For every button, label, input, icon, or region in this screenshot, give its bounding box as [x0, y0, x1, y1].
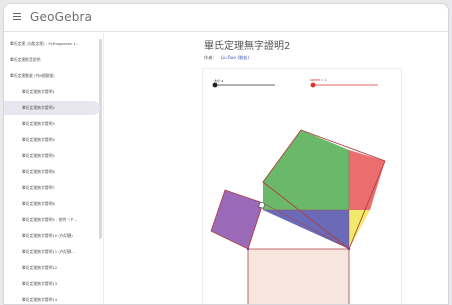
hypotenuse-square	[247, 248, 350, 304]
slider-size-knob[interactable]	[212, 82, 218, 88]
sidebar-item[interactable]: 畢氏定理無字證明7	[4, 181, 100, 195]
geogebra-window: GeoGebra 畢氏定理 (勾股定理) - Pythagorean t... 畢…	[3, 3, 449, 305]
top-bar: GeoGebra	[4, 4, 448, 32]
sidebar-item[interactable]: 畢氏定理無字證明12	[4, 261, 100, 275]
sidebar-item[interactable]: 畢氏定理無字證明2	[4, 101, 100, 115]
slider-speed-knob[interactable]	[310, 82, 316, 88]
sidebar-item[interactable]: 畢氏定理動畫 (共8個動畫)	[4, 69, 100, 83]
author-line: 作者： Liu Ruo (劉若)	[204, 55, 249, 61]
sidebar-item[interactable]: 畢氏定理無字證明8	[4, 197, 100, 211]
pythagoras-drawing[interactable]	[203, 69, 403, 305]
sidebar-item[interactable]: 畢氏定理影音說明	[4, 53, 100, 67]
green-piece	[263, 130, 349, 210]
sidebar-item[interactable]: 畢氏定理無字證明9 - 帕特（Ｐ...	[4, 213, 100, 227]
main-content: 畢氏定理無字證明2 作者： Liu Ruo (劉若) 大小 a speed = 1	[105, 33, 448, 305]
book-sidebar: 畢氏定理 (勾股定理) - Pythagorean t... 畢氏定理影音說明 畢氏…	[4, 33, 104, 304]
sidebar-item[interactable]: 畢氏定理 (勾股定理) - Pythagorean t...	[4, 37, 100, 51]
yellow-piece	[349, 210, 370, 249]
purple-square	[210, 189, 264, 250]
page-title: 畢氏定理無字證明2	[204, 41, 291, 52]
sidebar-item[interactable]: 畢氏定理無字證明14	[4, 293, 100, 304]
author-link[interactable]: Liu Ruo (劉若)	[221, 55, 249, 60]
sidebar-item[interactable]: 畢氏定理無字證明10 (內切圓)	[4, 229, 100, 243]
sidebar-item[interactable]: 畢氏定理無字證明1	[4, 85, 100, 99]
sidebar-item[interactable]: 畢氏定理無字證明6	[4, 165, 100, 179]
hamburger-menu-icon[interactable]	[13, 12, 23, 22]
sidebar-item[interactable]: 畢氏定理無字證明4	[4, 133, 100, 147]
geogebra-applet[interactable]: 大小 a speed = 1	[202, 68, 403, 305]
sidebar-item[interactable]: 畢氏定理無字證明3	[4, 117, 100, 131]
vertex-point[interactable]	[246, 247, 250, 251]
vertex-point[interactable]	[347, 247, 351, 251]
geogebra-logo[interactable]: GeoGebra	[30, 10, 92, 24]
sidebar-item[interactable]: 畢氏定理無字證明11 (內切圓...	[4, 245, 100, 259]
author-label: 作者：	[204, 55, 217, 60]
sidebar-item[interactable]: 畢氏定理無字證明13	[4, 277, 100, 291]
sidebar-item[interactable]: 畢氏定理無字證明5	[4, 149, 100, 163]
